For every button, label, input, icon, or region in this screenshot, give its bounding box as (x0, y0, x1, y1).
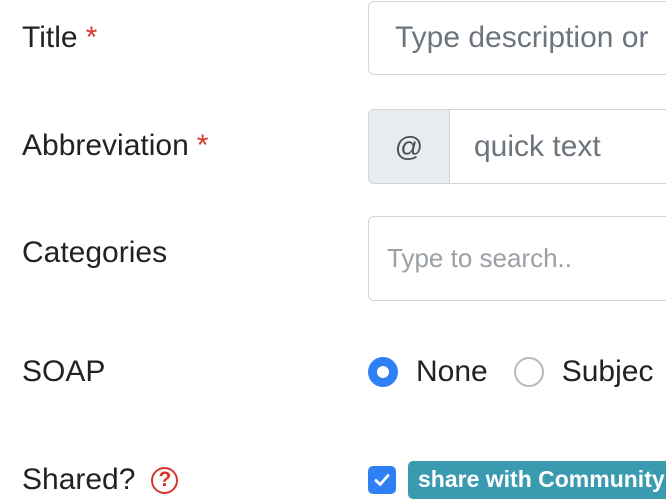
soap-option-subjective[interactable]: Subjec (513, 355, 654, 389)
at-prefix-addon: @ (369, 110, 450, 183)
categories-label-text: Categories (22, 236, 168, 269)
title-input[interactable] (369, 2, 666, 74)
categories-search-input[interactable] (369, 217, 666, 300)
soap-option-label: Subjec (561, 355, 654, 388)
radio-unchecked-icon[interactable] (513, 357, 544, 387)
categories-field[interactable] (368, 216, 666, 301)
radio-checked-icon[interactable] (368, 357, 398, 387)
abbreviation-label-text: Abbreviation (22, 129, 189, 162)
soap-label: SOAP (22, 352, 105, 392)
required-asterisk: * (196, 129, 209, 162)
soap-option-none[interactable]: None (368, 355, 488, 389)
share-checkbox[interactable] (368, 466, 396, 494)
abbreviation-field: @ (368, 109, 666, 184)
soap-option-label: None (416, 355, 488, 388)
soap-label-text: SOAP (22, 355, 106, 388)
abbreviation-label: Abbreviation * (22, 126, 208, 166)
title-label: Title * (22, 18, 97, 58)
title-label-text: Title (22, 21, 78, 54)
abbreviation-input[interactable] (450, 110, 666, 183)
question-circle-icon[interactable]: ? (151, 466, 179, 494)
required-asterisk: * (85, 21, 98, 54)
quick-text-form: Title * Abbreviation * @ Categories SOAP… (0, 0, 666, 500)
share-community-control: share with Community (368, 460, 666, 500)
title-field[interactable] (368, 1, 666, 75)
share-with-community-badge[interactable]: share with Community (408, 461, 666, 499)
shared-label: Shared? ? (22, 460, 179, 500)
shared-label-text: Shared? (22, 463, 136, 496)
checkmark-icon (374, 474, 390, 486)
categories-label: Categories (22, 233, 167, 273)
soap-radio-group: None Subjec (368, 350, 666, 394)
